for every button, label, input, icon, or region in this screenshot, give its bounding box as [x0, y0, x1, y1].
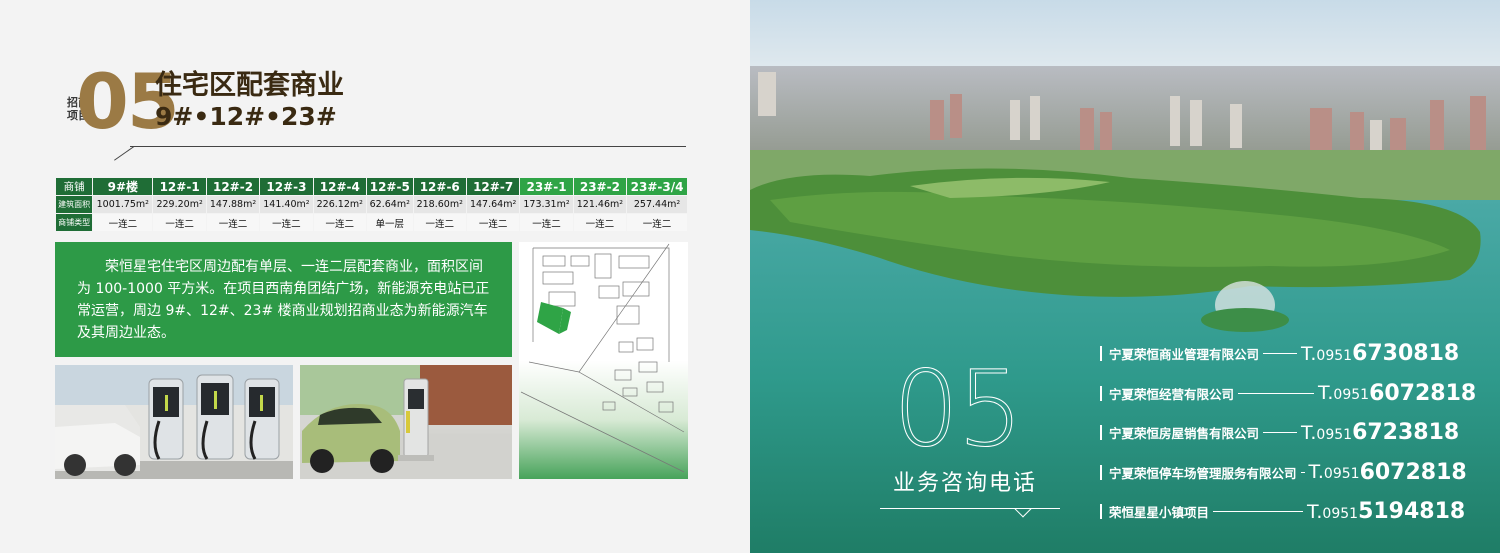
table-cell: 173.31m² [520, 196, 573, 213]
contact-leader-line [1300, 471, 1305, 473]
tel-prefix: T. [1301, 421, 1317, 444]
contact-item: 宁夏荣恒商业管理有限公司 T. 0951 6730818 [1100, 334, 1480, 374]
table-header-cell: 12#-7 [466, 178, 520, 195]
table-header-cell: 23#-2 [573, 178, 627, 195]
contact-list: 宁夏荣恒商业管理有限公司 T. 0951 6730818 宁夏荣恒经营有限公司 … [1100, 334, 1480, 532]
table-row-label: 建筑面积 [56, 196, 93, 213]
contact-item: 宁夏荣恒房屋销售有限公司 T. 0951 6723818 [1100, 413, 1480, 453]
large-number-outline: 05 [892, 348, 1023, 470]
right-page: 05 业务咨询电话 宁夏荣恒商业管理有限公司 T. 0951 6730818 宁… [750, 0, 1500, 553]
table-cell: 一连二 [206, 214, 260, 231]
table-header-cell: 23#-3/4 [627, 178, 687, 195]
company-name: 宁夏荣恒停车场管理服务有限公司 [1109, 465, 1297, 481]
table-cell: 一连二 [520, 214, 573, 231]
table-header-cell: 12#-4 [313, 178, 366, 195]
site-plan-drawing [520, 243, 685, 473]
contact-leader-line [1213, 511, 1304, 513]
company-name: 荣恒星星小镇项目 [1109, 505, 1210, 521]
tel-prefix: T. [1301, 342, 1317, 365]
contact-leader-line [1263, 353, 1298, 355]
tel-number[interactable]: 6730818 [1352, 341, 1459, 366]
table-cell: 一连二 [573, 214, 627, 231]
table-header-cell: 12#-6 [413, 178, 466, 195]
table-row: 商铺类型 一连二 一连二 一连二 一连二 一连二 单一层 一连二 一连二 一连二… [56, 214, 687, 231]
table-cell: 226.12m² [313, 196, 366, 213]
ev-car-photo [300, 365, 512, 479]
tel-prefix: T. [1318, 382, 1334, 405]
company-name: 宁夏荣恒经营有限公司 [1109, 386, 1235, 402]
page-title: 住宅区配套商业 [155, 70, 344, 101]
tel-number[interactable]: 6072818 [1369, 381, 1476, 406]
table-cell: 一连二 [313, 214, 366, 231]
title-divider [130, 146, 686, 147]
table-cell: 一连二 [466, 214, 520, 231]
contact-bar [1100, 464, 1102, 480]
table-header-cell: 12#-3 [260, 178, 313, 195]
table-row-label: 商铺类型 [56, 214, 93, 231]
contact-bar [1100, 425, 1102, 441]
tel-number[interactable]: 6072818 [1360, 460, 1467, 485]
tel-area-code: 0951 [1323, 466, 1360, 483]
hotline-underline [880, 508, 1060, 509]
left-page: 招商项目 05 住宅区配套商业 9#•12#•23# 商铺 9#楼 12#-1 … [0, 0, 750, 553]
tel-number[interactable]: 6723818 [1352, 420, 1459, 445]
tel-number[interactable]: 5194818 [1358, 499, 1465, 524]
table-header-cell: 12#-1 [153, 178, 206, 195]
page-subtitle: 9#•12#•23# [155, 102, 337, 131]
table-header-cell: 12#-5 [367, 178, 413, 195]
table-cell: 一连二 [93, 214, 153, 231]
company-name: 宁夏荣恒房屋销售有限公司 [1109, 426, 1260, 442]
table-cell: 147.64m² [466, 196, 520, 213]
table-row: 建筑面积 1001.75m² 229.20m² 147.88m² 141.40m… [56, 196, 687, 213]
contact-item: 荣恒星星小镇项目 T. 0951 5194818 [1100, 492, 1480, 532]
contact-bar [1100, 504, 1102, 520]
charging-station-illustration [55, 365, 293, 479]
table-cell: 121.46m² [573, 196, 627, 213]
contact-leader-line [1238, 392, 1315, 394]
contact-bar [1100, 385, 1102, 401]
charging-station-photo [55, 365, 293, 479]
shop-table: 商铺 9#楼 12#-1 12#-2 12#-3 12#-4 12#-5 12#… [55, 177, 688, 232]
table-header-cell: 9#楼 [93, 178, 153, 195]
table-cell: 一连二 [260, 214, 313, 231]
table-cell: 1001.75m² [93, 196, 153, 213]
company-name: 宁夏荣恒商业管理有限公司 [1109, 347, 1260, 363]
tel-area-code: 0951 [1316, 347, 1353, 364]
contact-item: 宁夏荣恒停车场管理服务有限公司 T. 0951 6072818 [1100, 453, 1480, 493]
hotline-title: 业务咨询电话 [893, 471, 1038, 496]
table-cell: 257.44m² [627, 196, 687, 213]
tel-area-code: 0951 [1322, 505, 1359, 522]
tel-prefix: T. [1307, 500, 1323, 523]
tel-area-code: 0951 [1333, 387, 1370, 404]
description-box: 荣恒星宅住宅区周边配有单层、一连二层配套商业，面积区间为 100-1000 平方… [55, 242, 512, 357]
contact-bar [1100, 346, 1102, 362]
table-cell: 62.64m² [367, 196, 413, 213]
ev-car-illustration [300, 365, 512, 479]
contact-item: 宁夏荣恒经营有限公司 T. 0951 6072818 [1100, 374, 1480, 414]
contact-leader-line [1263, 432, 1298, 434]
title-divider-tick [114, 146, 135, 161]
table-header-row: 商铺 9#楼 12#-1 12#-2 12#-3 12#-4 12#-5 12#… [56, 178, 687, 195]
site-plan-map [519, 242, 688, 479]
table-cell: 单一层 [367, 214, 413, 231]
tel-prefix: T. [1308, 461, 1324, 484]
table-header-cell: 商铺 [56, 178, 93, 195]
table-cell: 一连二 [153, 214, 206, 231]
tel-area-code: 0951 [1316, 426, 1353, 443]
table-cell: 147.88m² [206, 196, 260, 213]
table-header-cell: 12#-2 [206, 178, 260, 195]
table-cell: 141.40m² [260, 196, 313, 213]
table-cell: 229.20m² [153, 196, 206, 213]
table-cell: 218.60m² [413, 196, 466, 213]
table-header-cell: 23#-1 [520, 178, 573, 195]
table-cell: 一连二 [413, 214, 466, 231]
table-cell: 一连二 [627, 214, 687, 231]
